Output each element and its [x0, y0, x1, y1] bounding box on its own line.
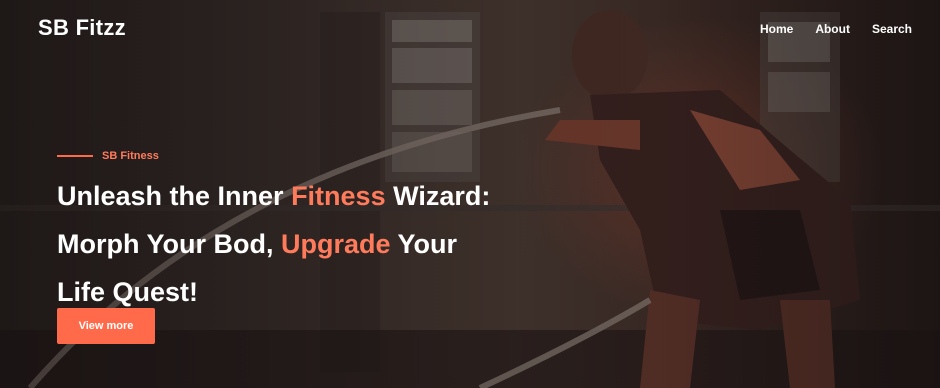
navbar: SB Fitzz Home About Search [0, 0, 940, 58]
nav-home[interactable]: Home [760, 22, 793, 36]
hero-section: SB Fitzz Home About Search SB Fitness Un… [0, 0, 940, 388]
headline-accent-fitness: Fitness [291, 181, 386, 211]
headline-text: Your [390, 229, 458, 259]
nav-links: Home About Search [760, 22, 912, 36]
headline-line-1: Unleash the Inner Fitness Wizard: [57, 172, 617, 220]
hero-headline: Unleash the Inner Fitness Wizard: Morph … [57, 172, 617, 316]
eyebrow-text: SB Fitness [102, 150, 159, 162]
nav-about[interactable]: About [815, 22, 850, 36]
headline-accent-upgrade: Upgrade [280, 229, 391, 259]
eyebrow-divider [57, 155, 93, 157]
headline-text: Unleash the Inner [57, 181, 292, 211]
nav-search[interactable]: Search [872, 22, 912, 36]
hero-eyebrow: SB Fitness [57, 150, 159, 162]
view-more-button[interactable]: View more [57, 308, 155, 344]
headline-text: Morph Your Bod, [57, 229, 281, 259]
brand-logo[interactable]: SB Fitzz [38, 15, 126, 41]
headline-text: Wizard: [385, 181, 491, 211]
headline-line-2: Morph Your Bod, Upgrade Your [57, 220, 617, 268]
